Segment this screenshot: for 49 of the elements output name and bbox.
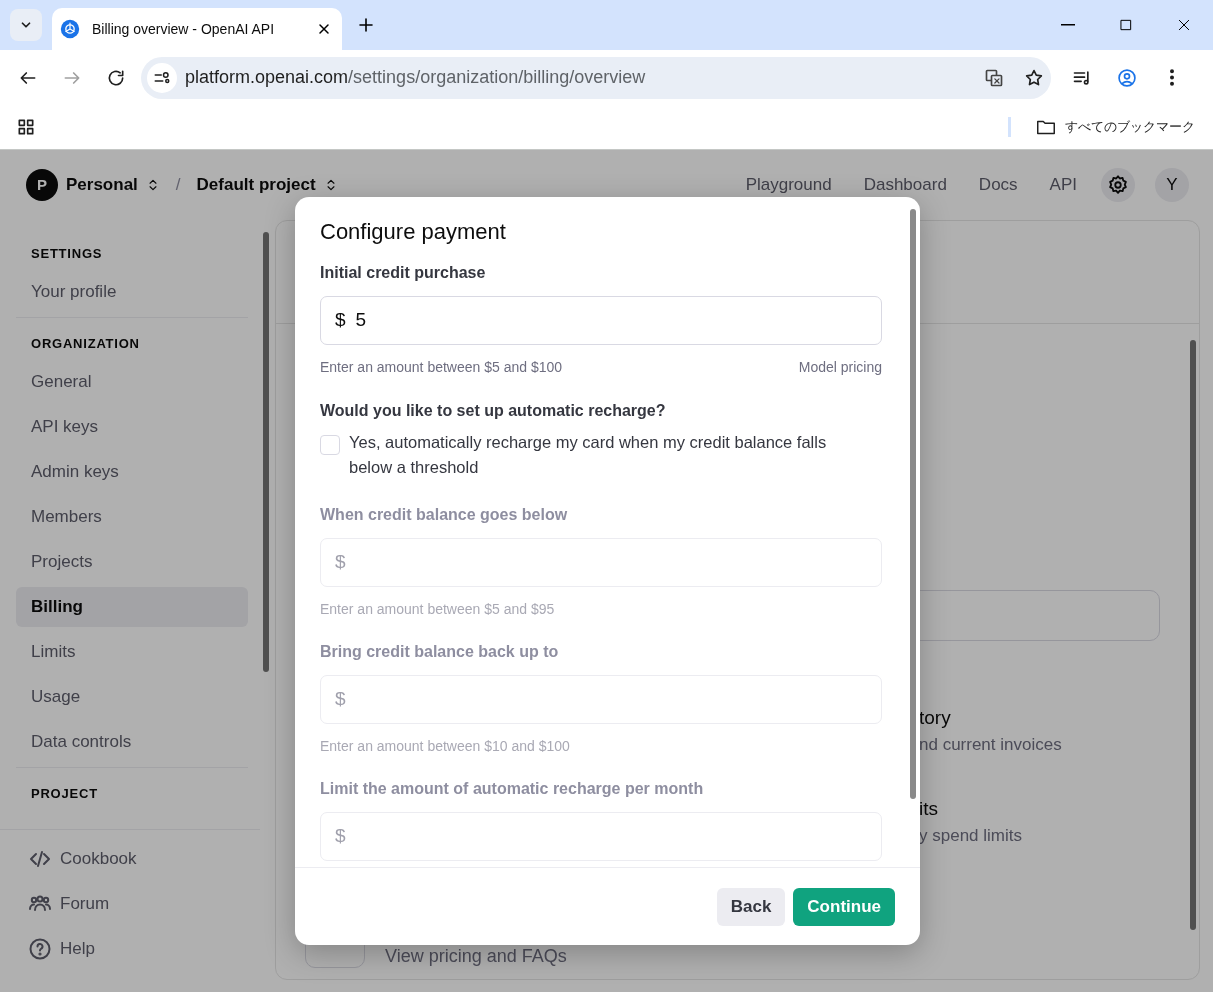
sidebar-item[interactable]: Usage xyxy=(16,677,248,717)
field-hint: Enter an amount between $10 and $100 xyxy=(320,737,570,756)
browser-tab[interactable]: Billing overview - OpenAI API xyxy=(52,8,342,50)
field-label: When credit balance goes below xyxy=(320,505,569,525)
url-text: platform.openai.com/settings/organization/billing/overview xyxy=(185,66,647,89)
amount-field[interactable]: $ 5 xyxy=(320,296,882,345)
tab-title: Billing overview - OpenAI API xyxy=(92,19,276,39)
card-subtitle: nd current invoices xyxy=(919,734,1063,756)
pricing-link[interactable]: View pricing and FAQs xyxy=(385,943,567,970)
sidebar-item[interactable]: Members xyxy=(16,497,248,537)
back-button[interactable]: Back xyxy=(716,887,786,926)
checkbox-label: Yes, automatically recharge my card when my credit balance falls below a threshold xyxy=(349,432,828,478)
field-hint: Enter an amount between $5 and $95 xyxy=(320,600,555,619)
sidebar-item[interactable]: Billing xyxy=(16,587,248,627)
org-switcher[interactable]: Personal xyxy=(66,172,160,198)
nav-link[interactable]: Playground xyxy=(745,172,832,198)
sidebar-item[interactable]: General xyxy=(16,362,248,402)
sidebar-link[interactable]: Help xyxy=(16,929,246,969)
field-hint: Enter an amount between $5 and $100 xyxy=(320,358,563,377)
field-label: Bring credit balance back up to xyxy=(320,642,560,662)
sidebar-item[interactable]: API keys xyxy=(16,407,248,447)
field-label: Initial credit purchase xyxy=(320,263,487,283)
dialog-title: Configure payment xyxy=(320,218,507,246)
sidebar-item[interactable]: Admin keys xyxy=(16,452,248,492)
nav-link[interactable]: Docs xyxy=(978,172,1018,198)
nav-link[interactable]: Dashboard xyxy=(863,172,947,198)
org-avatar: P xyxy=(26,169,58,201)
sidebar-item[interactable]: Projects xyxy=(16,542,248,582)
nav-link[interactable]: API xyxy=(1049,172,1077,198)
question-text: Would you like to set up automatic recharge? xyxy=(320,401,667,421)
pricing-link[interactable]: Model pricing xyxy=(798,357,882,378)
section-heading: ORGANIZATION xyxy=(30,335,141,353)
card-title: tory xyxy=(919,706,952,730)
sidebar-link[interactable]: Forum xyxy=(16,884,246,924)
project-switcher[interactable]: Default project xyxy=(196,172,338,198)
section-heading: SETTINGS xyxy=(30,245,104,263)
card-subtitle: y spend limits xyxy=(919,825,1023,847)
sidebar-item[interactable]: Data controls xyxy=(16,722,248,762)
sidebar-item[interactable]: Your profile xyxy=(16,272,248,312)
field-label: Limit the amount of automatic recharge per month xyxy=(320,779,705,799)
user-avatar[interactable]: Y xyxy=(1155,168,1189,202)
address-bar[interactable]: platform.openai.com/settings/organization/billing/overview xyxy=(141,56,1051,99)
section-heading: PROJECT xyxy=(30,785,99,803)
card-title: its xyxy=(919,797,939,821)
breadcrumb-separator: / xyxy=(175,174,181,197)
all-bookmarks-button[interactable]: すべてのブックマーク xyxy=(1035,116,1195,138)
sidebar-link[interactable]: Cookbook xyxy=(16,839,246,879)
sidebar-item[interactable]: Limits xyxy=(16,632,248,672)
continue-button[interactable]: Continue xyxy=(793,887,895,926)
